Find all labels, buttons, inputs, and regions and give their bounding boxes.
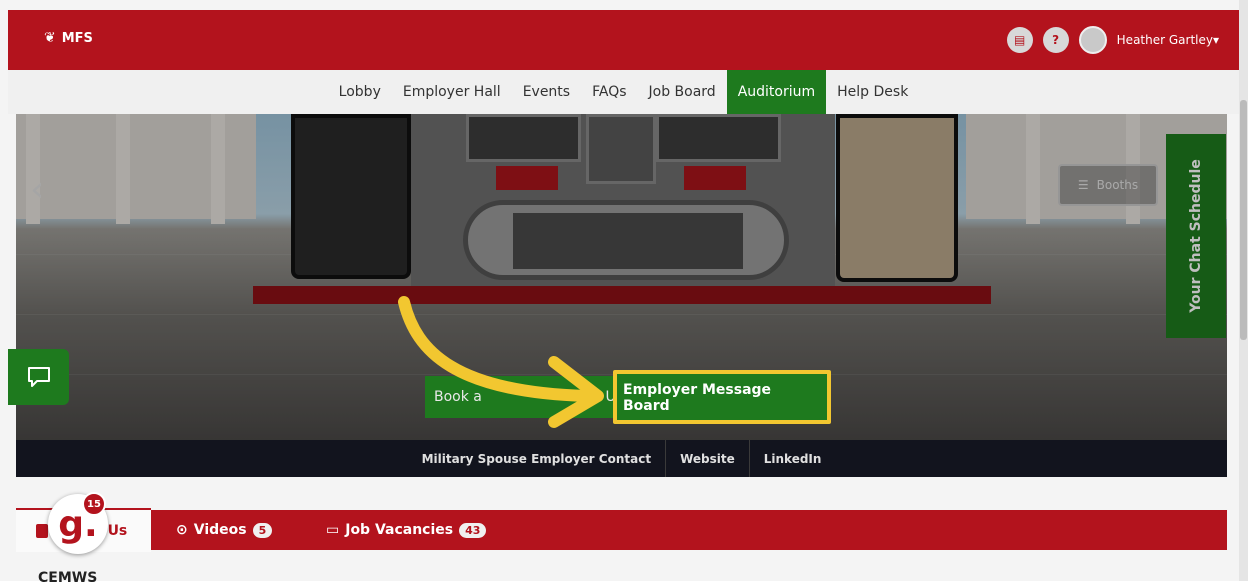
booth-tabs: t Us ⊙ Videos 5 ▭ Job Vacancies 43 [16, 508, 1227, 552]
booth-oval-frame [463, 200, 789, 280]
videos-count-badge: 5 [252, 522, 273, 538]
nav-item-events[interactable]: Events [512, 70, 581, 114]
employer-message-board-button[interactable]: Employer Message Board [623, 380, 817, 416]
chevron-left-icon[interactable]: ‹ [30, 169, 44, 210]
logo-text: MFS [61, 30, 93, 46]
chevron-down-icon: ▾ [1212, 33, 1219, 47]
chat-bubble-icon [27, 367, 50, 387]
booth-red-strip [496, 166, 558, 190]
tab-jobs-label: Job Vacancies [345, 522, 454, 538]
notebook-icon: ▤ [1013, 33, 1026, 47]
main-nav: Lobby Employer Hall Events FAQs Job Boar… [8, 70, 1239, 114]
booth-screen [466, 114, 581, 162]
chat-button[interactable] [8, 349, 69, 405]
scrollbar-thumb[interactable] [1240, 100, 1247, 340]
arrow-icon [398, 296, 604, 428]
booth-red-strip [684, 166, 746, 190]
booth-screen [656, 114, 781, 162]
nav-item-help-desk[interactable]: Help Desk [826, 70, 919, 114]
tab-job-vacancies[interactable]: ▭ Job Vacancies 43 [326, 510, 487, 550]
briefcase-icon: ▭ [326, 522, 340, 538]
pillar [211, 114, 225, 224]
pillar [1026, 114, 1040, 224]
linkedin-link[interactable]: LinkedIn [750, 440, 836, 477]
booths-label: Booths [1096, 178, 1139, 192]
booths-button[interactable]: ☰ Booths [1058, 164, 1158, 206]
tab-videos-label: Videos [193, 522, 247, 538]
nav-item-lobby[interactable]: Lobby [328, 70, 392, 114]
help-label: ? [1052, 33, 1060, 47]
booth-screen [586, 114, 656, 184]
jobs-count-badge: 43 [459, 522, 487, 538]
user-name: Heather Gartley [1116, 33, 1213, 47]
contact-link[interactable]: Military Spouse Employer Contact [408, 440, 667, 477]
top-right-controls: ▤ ? Heather Gartley▾ [1006, 26, 1219, 54]
help-button[interactable]: ? [1042, 27, 1069, 53]
avatar[interactable] [1078, 26, 1107, 54]
chat-schedule-label: Your Chat Schedule [1188, 159, 1205, 313]
booth-hero: ‹ ☰ Booths Your Chat Schedule Book a Us … [16, 114, 1227, 440]
maple-leaf-icon: ❦ [44, 30, 56, 46]
website-link[interactable]: Website [666, 440, 750, 477]
pillar [116, 114, 130, 224]
notification-count-badge: 15 [82, 492, 106, 516]
list-icon: ☰ [1077, 178, 1089, 192]
notifications-button[interactable]: ▤ [1006, 27, 1033, 53]
nav-item-auditorium[interactable]: Auditorium [726, 70, 827, 114]
chat-schedule-tab[interactable]: Your Chat Schedule [1166, 134, 1226, 338]
user-menu[interactable]: Heather Gartley▾ [1117, 33, 1219, 47]
nav-item-faqs[interactable]: FAQs [581, 70, 637, 114]
nav-item-employer-hall[interactable]: Employer Hall [392, 70, 512, 114]
brand-logo[interactable]: ❦ MFS [44, 30, 93, 46]
booth-panel-right [836, 114, 958, 282]
section-title: CEMWS [38, 570, 98, 586]
nav-item-job-board[interactable]: Job Board [638, 70, 727, 114]
page-frame: ❦ MFS ▤ ? Heather Gartley▾ Lobby Employe… [0, 0, 1248, 586]
contact-bar: Military Spouse Employer Contact Website… [16, 440, 1227, 477]
document-icon [36, 524, 48, 538]
top-bar: ❦ MFS ▤ ? Heather Gartley▾ [8, 10, 1239, 70]
booth-panel-left [291, 114, 411, 279]
booth-video-screen[interactable] [513, 213, 743, 269]
play-circle-icon: ⊙ [176, 522, 188, 538]
tab-videos[interactable]: ⊙ Videos 5 [176, 510, 273, 550]
